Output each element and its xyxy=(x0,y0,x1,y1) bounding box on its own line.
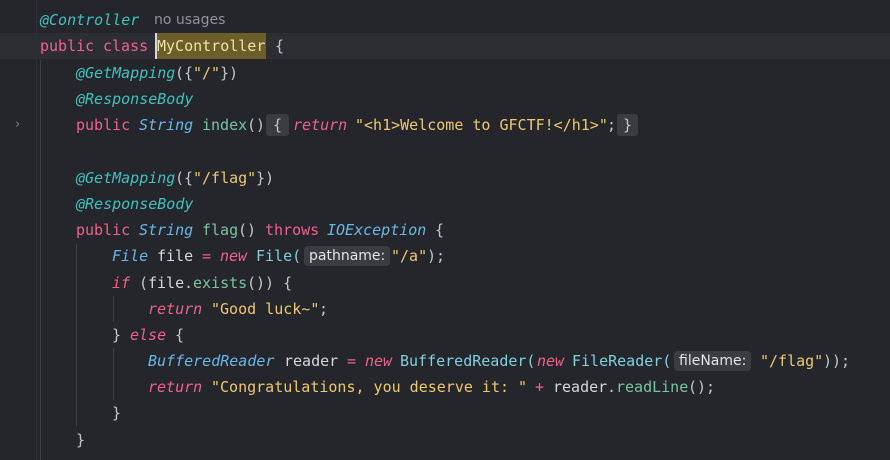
mapping-path-string: "/flag" xyxy=(193,169,257,187)
code-line-8[interactable]: @ResponseBody xyxy=(0,191,890,217)
keyword-return: return xyxy=(293,116,348,134)
fold-close-brace[interactable]: } xyxy=(617,114,639,136)
else-open-brace: { xyxy=(175,326,185,344)
semicolon: ; xyxy=(319,300,329,318)
if-condition-end: ()) { xyxy=(247,274,293,292)
getmapping-annotation: @GetMapping xyxy=(76,64,176,82)
constructor-file: File( xyxy=(256,247,302,265)
keyword-return: return xyxy=(148,378,203,396)
type-file: File xyxy=(112,247,149,265)
if-close-brace: } xyxy=(112,326,122,344)
variable-file: file xyxy=(157,247,194,265)
code-line-4[interactable]: @ResponseBody xyxy=(0,86,890,112)
statement-end: ); xyxy=(427,247,446,265)
method-close-brace: } xyxy=(76,431,86,449)
concat-operator: + xyxy=(535,378,545,396)
code-line-11[interactable]: if ( file . exists ()) { xyxy=(0,270,890,296)
code-line-12[interactable]: return "Good luck~" ; xyxy=(0,296,890,322)
method-parens: () xyxy=(247,116,266,134)
congratulations-string: "Congratulations, you deserve it: " xyxy=(211,378,528,396)
method-name-index: index xyxy=(202,116,248,134)
statement-end: )); xyxy=(823,352,851,370)
variable-reader: reader xyxy=(553,378,608,396)
variable-file: file xyxy=(148,274,185,292)
code-line-15[interactable]: return "Congratulations, you deserve it:… xyxy=(0,374,890,400)
code-line-17[interactable]: } xyxy=(0,427,890,453)
chevron-right-icon[interactable]: › xyxy=(15,112,25,138)
code-line-16[interactable]: } xyxy=(0,400,890,426)
flag-path-string: "/flag" xyxy=(760,352,824,370)
usages-hint[interactable]: no usages xyxy=(154,7,225,33)
keyword-new: new xyxy=(537,352,565,370)
code-line-13[interactable]: } else { xyxy=(0,322,890,348)
fold-open-brace[interactable]: { xyxy=(266,114,290,136)
code-line-10[interactable]: File file = new File( pathname: "/a" ); xyxy=(0,243,890,269)
parameter-hint-filename: fileName: xyxy=(674,351,752,371)
keyword-throws: throws xyxy=(265,221,320,239)
if-paren-open: ( xyxy=(139,274,149,292)
code-line-3[interactable]: @GetMapping ({ "/" }) xyxy=(0,60,890,86)
keyword-if: if xyxy=(112,274,131,292)
constructor-bufferedreader: BufferedReader( xyxy=(400,352,536,370)
controller-annotation: @Controller xyxy=(40,11,140,29)
annotation-paren-open: ({ xyxy=(175,169,194,187)
constructor-filereader: FileReader( xyxy=(572,352,672,370)
statement-end: (); xyxy=(688,378,716,396)
code-line-9[interactable]: public String flag () throws IOException… xyxy=(0,217,890,243)
keyword-public: public xyxy=(40,37,95,55)
responsebody-annotation: @ResponseBody xyxy=(76,90,194,108)
code-line-5[interactable]: › public String index () { return "<h1>W… xyxy=(0,112,890,138)
method-name-flag: flag xyxy=(202,221,239,239)
method-parens: () xyxy=(238,221,257,239)
member-dot: . xyxy=(607,378,617,396)
type-ioexception: IOException xyxy=(327,221,427,239)
type-string: String xyxy=(139,116,194,134)
welcome-string: "<h1>Welcome to GFCTF!</h1>" xyxy=(355,116,608,134)
assign-operator: = xyxy=(202,247,212,265)
class-name-mycontroller[interactable]: MyController xyxy=(155,33,267,59)
parameter-hint-pathname: pathname: xyxy=(304,246,391,266)
code-line-1[interactable]: @Controller no usages xyxy=(0,7,890,33)
responsebody-annotation: @ResponseBody xyxy=(76,195,194,213)
code-line-14[interactable]: BufferedReader reader = new BufferedRead… xyxy=(0,348,890,374)
getmapping-annotation: @GetMapping xyxy=(76,169,176,187)
keyword-public: public xyxy=(76,221,131,239)
path-string: "/a" xyxy=(391,247,428,265)
assign-operator: = xyxy=(347,352,357,370)
else-close-brace: } xyxy=(112,404,122,422)
member-dot: . xyxy=(184,274,194,292)
annotation-paren-close: }) xyxy=(256,169,275,187)
code-line-2[interactable]: public class MyController { xyxy=(0,33,890,59)
method-open-brace: { xyxy=(435,221,445,239)
keyword-else: else xyxy=(130,326,167,344)
type-string: String xyxy=(139,221,194,239)
annotation-paren-open: ({ xyxy=(175,64,194,82)
annotation-paren-close: }) xyxy=(220,64,239,82)
keyword-public: public xyxy=(76,116,131,134)
variable-reader: reader xyxy=(284,352,339,370)
code-editor[interactable]: @Controller no usages public class MyCon… xyxy=(0,0,890,460)
keyword-new: new xyxy=(365,352,393,370)
code-line-7[interactable]: @GetMapping ({ "/flag" }) xyxy=(0,165,890,191)
mapping-path-string: "/" xyxy=(193,64,221,82)
method-call-readline: readLine xyxy=(616,378,689,396)
good-luck-string: "Good luck~" xyxy=(211,300,320,318)
keyword-new: new xyxy=(220,247,248,265)
keyword-class: class xyxy=(103,37,149,55)
keyword-return: return xyxy=(148,300,203,318)
class-open-brace: { xyxy=(275,37,285,55)
type-bufferedreader: BufferedReader xyxy=(148,352,275,370)
semicolon: ; xyxy=(607,116,617,134)
method-call-exists: exists xyxy=(193,274,248,292)
